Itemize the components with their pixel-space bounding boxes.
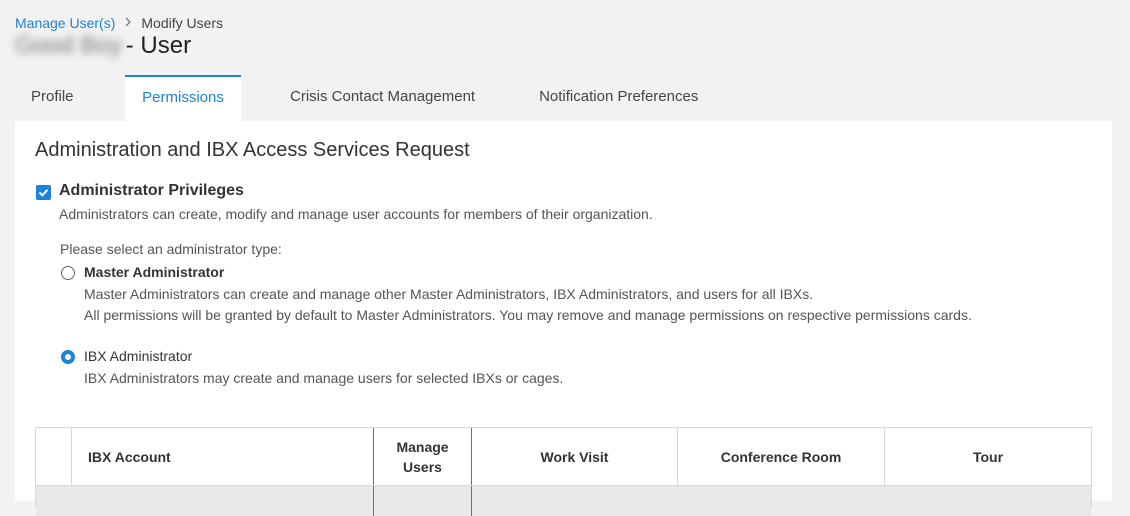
section-title: Administration and IBX Access Services R… <box>35 139 470 161</box>
column-header-conference-room[interactable]: Conference Room <box>678 428 885 485</box>
admin-privileges-checkbox[interactable] <box>36 185 51 200</box>
table-row <box>36 485 1091 516</box>
admin-privileges-description: Administrators can create, modify and ma… <box>59 206 653 222</box>
column-header-ibx-account[interactable]: IBX Account <box>72 428 373 485</box>
master-administrator-radio[interactable] <box>61 266 75 280</box>
ibx-administrator-description: IBX Administrators may create and manage… <box>84 370 564 386</box>
tab-crisis-contact-management[interactable]: Crisis Contact Management <box>274 75 491 121</box>
ibx-administrator-label: IBX Administrator <box>84 348 193 364</box>
table-select-column-header <box>36 428 72 485</box>
column-header-tour[interactable]: Tour <box>885 428 1091 485</box>
breadcrumb-current: Modify Users <box>141 15 224 31</box>
tab-permissions[interactable]: Permissions <box>125 75 241 121</box>
user-name-blurred: Good Boy <box>15 32 122 59</box>
page-title-suffix: - User <box>125 32 192 59</box>
tab-profile[interactable]: Profile <box>15 75 125 121</box>
column-divider <box>373 486 374 516</box>
ibx-administrator-radio[interactable] <box>61 350 75 364</box>
master-administrator-description-1: Master Administrators can create and man… <box>84 286 814 302</box>
breadcrumb-manage-users-link[interactable]: Manage User(s) <box>15 15 115 31</box>
page-title: Good Boy - User <box>15 32 191 60</box>
permissions-panel: Administration and IBX Access Services R… <box>15 121 1112 516</box>
master-administrator-description-2: All permissions will be granted by defau… <box>84 307 972 323</box>
tab-bar: Profile Permissions Crisis Contact Manag… <box>15 75 714 121</box>
admin-privileges-label: Administrator Privileges <box>59 182 244 199</box>
ibx-permissions-table: IBX Account Manage Users Work Visit Conf… <box>35 427 1092 516</box>
column-divider <box>471 486 472 516</box>
master-administrator-label: Master Administrator <box>84 264 225 280</box>
column-header-manage-users[interactable]: Manage Users <box>373 428 472 485</box>
column-header-work-visit[interactable]: Work Visit <box>472 428 678 485</box>
chevron-right-icon <box>123 16 133 30</box>
breadcrumb: Manage User(s) Modify Users <box>15 15 223 31</box>
column-header-manage-users-label: Manage Users <box>396 438 449 475</box>
tab-notification-preferences[interactable]: Notification Preferences <box>523 75 714 121</box>
checkmark-icon <box>38 189 49 197</box>
admin-type-prompt: Please select an administrator type: <box>60 241 282 257</box>
